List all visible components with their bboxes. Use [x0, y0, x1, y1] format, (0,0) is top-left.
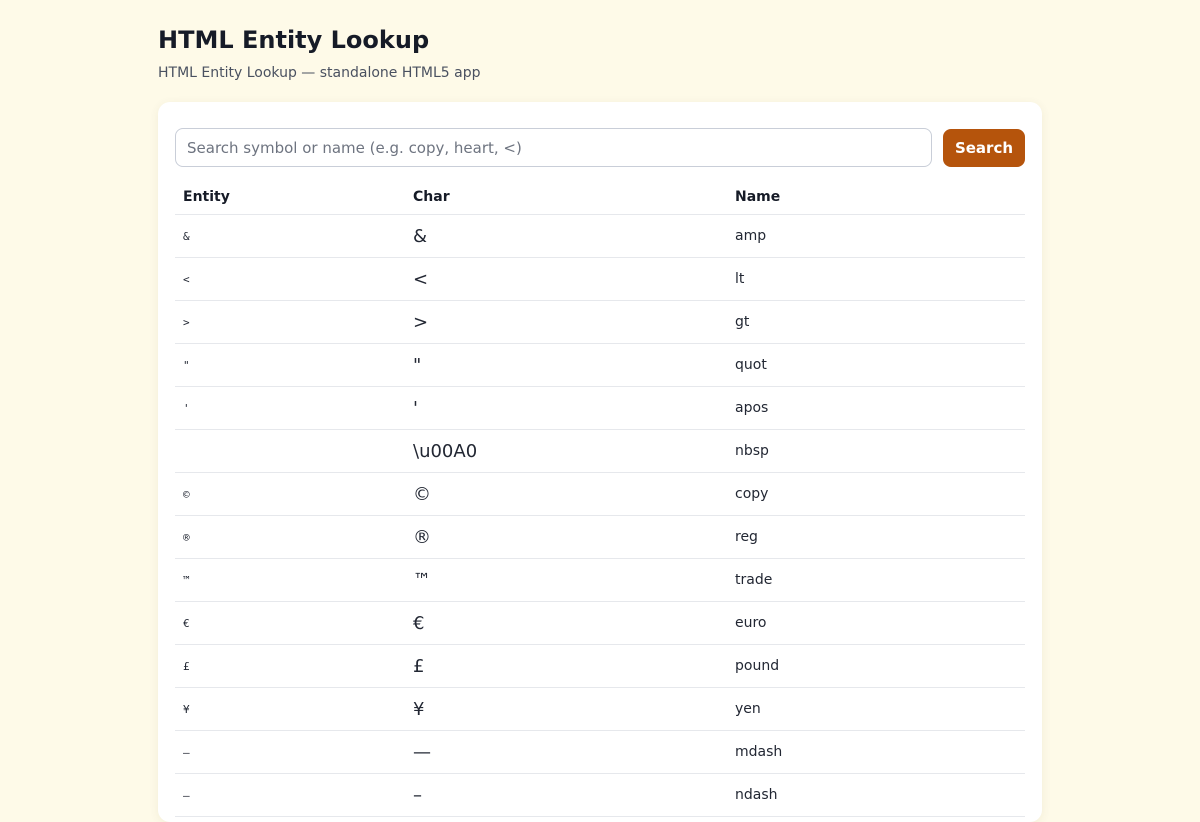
table-row[interactable]: < < lt	[175, 257, 1025, 301]
char-cell: '	[405, 386, 727, 430]
char-cell: <	[405, 257, 727, 301]
entity-cell: –	[175, 773, 405, 817]
column-header-char: Char	[405, 179, 727, 215]
char-cell: —	[405, 730, 727, 774]
char-cell: €	[405, 601, 727, 645]
table-row[interactable]: £ £ pound	[175, 644, 1025, 688]
name-cell: nbsp	[727, 429, 1025, 473]
char-cell: ©	[405, 472, 727, 516]
entity-cell: ©	[175, 472, 405, 516]
name-cell: trade	[727, 558, 1025, 602]
name-cell: lt	[727, 257, 1025, 301]
table-row[interactable]: " " quot	[175, 343, 1025, 387]
table-header-row: Entity Char Name	[175, 179, 1025, 215]
name-cell: amp	[727, 214, 1025, 258]
entity-cell: ™	[175, 558, 405, 602]
name-cell: ndash	[727, 773, 1025, 817]
table-row[interactable]: – — mdash	[175, 730, 1025, 774]
entity-cell: >	[175, 300, 405, 344]
char-cell: ™	[405, 558, 727, 602]
char-cell: ®	[405, 515, 727, 559]
entity-cell: –	[175, 730, 405, 774]
char-cell: ¥	[405, 687, 727, 731]
name-cell: apos	[727, 386, 1025, 430]
char-cell: –	[405, 773, 727, 817]
char-cell: \u00A0	[405, 429, 727, 473]
char-cell: >	[405, 300, 727, 344]
name-cell: euro	[727, 601, 1025, 645]
entity-cell	[175, 429, 405, 473]
name-cell: quot	[727, 343, 1025, 387]
name-cell: copy	[727, 472, 1025, 516]
table-row[interactable]: ™ ™ trade	[175, 558, 1025, 602]
entity-cell: '	[175, 386, 405, 430]
entity-cell: <	[175, 257, 405, 301]
table-body: & & amp < < lt > > gt " " quot ' ' apos \u00A0 nbsp © © cop…	[175, 214, 1025, 817]
char-cell: £	[405, 644, 727, 688]
name-cell: yen	[727, 687, 1025, 731]
column-header-entity: Entity	[175, 179, 405, 215]
char-cell: &	[405, 214, 727, 258]
table-row[interactable]: ' ' apos	[175, 386, 1025, 430]
table-row[interactable]: \u00A0 nbsp	[175, 429, 1025, 473]
name-cell: gt	[727, 300, 1025, 344]
table-row[interactable]: ¥ ¥ yen	[175, 687, 1025, 731]
lookup-card: Search Entity Char Name &&amp<<lt>>gt""q…	[158, 102, 1042, 822]
table-row[interactable]: ® ® reg	[175, 515, 1025, 559]
table-row[interactable]: & & amp	[175, 214, 1025, 258]
name-cell: reg	[727, 515, 1025, 559]
table-row[interactable]: – – ndash	[175, 773, 1025, 817]
name-cell: mdash	[727, 730, 1025, 774]
entity-cell: ¥	[175, 687, 405, 731]
name-cell: pound	[727, 644, 1025, 688]
entity-cell: ®	[175, 515, 405, 559]
table-row[interactable]: © © copy	[175, 472, 1025, 516]
entity-cell: &	[175, 214, 405, 258]
entity-cell: "	[175, 343, 405, 387]
search-button[interactable]: Search	[943, 129, 1025, 167]
page-subtitle: HTML Entity Lookup — standalone HTML5 ap…	[158, 65, 481, 81]
column-header-name: Name	[727, 179, 1025, 215]
search-input[interactable]	[175, 128, 932, 167]
entity-cell: €	[175, 601, 405, 645]
entity-cell: £	[175, 644, 405, 688]
char-cell: "	[405, 343, 727, 387]
page-title: HTML Entity Lookup	[158, 26, 430, 54]
table-row[interactable]: > > gt	[175, 300, 1025, 344]
entity-table: Entity Char Name & & amp < < lt > > gt " " quot ' ' ap…	[175, 179, 1025, 817]
table-row[interactable]: € € euro	[175, 601, 1025, 645]
